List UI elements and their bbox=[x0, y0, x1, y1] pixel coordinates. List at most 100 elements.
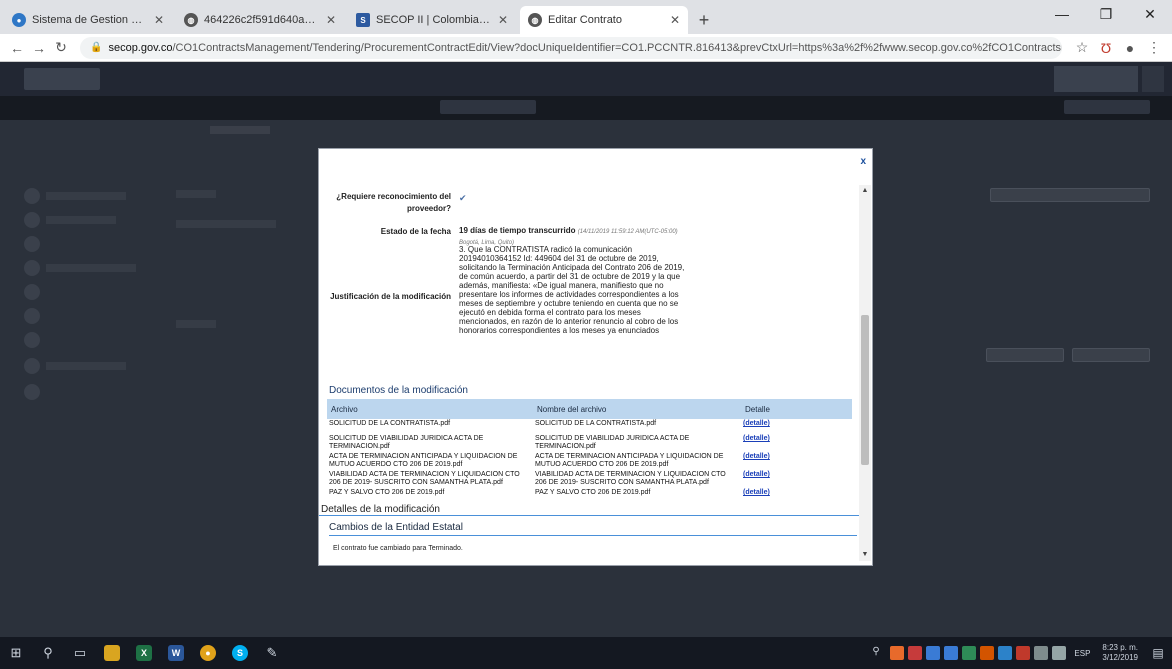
system-clock[interactable]: 8:23 p. m. 3/12/2019 bbox=[1102, 643, 1138, 663]
lock-icon: 🔒 bbox=[90, 42, 103, 53]
estado-fecha-note: (14/11/2019 11:59:12 AM(UTC-05:00) bbox=[577, 229, 678, 235]
bookmark-star-icon[interactable]: ☆ bbox=[1070, 39, 1094, 56]
volume-icon[interactable] bbox=[1052, 646, 1067, 660]
tray-app-icon[interactable] bbox=[998, 646, 1013, 660]
check-icon: ✔ bbox=[459, 193, 467, 203]
windows-taskbar: ⊞ ⚲ ▭ X W ● S ✎ ⚲ ESP 8:23 p. m. 3/12/20… bbox=[0, 637, 1172, 669]
notifications-icon[interactable]: ▤ bbox=[1144, 646, 1172, 660]
task-view-icon[interactable]: ▭ bbox=[64, 637, 96, 669]
new-tab-button[interactable]: + bbox=[692, 6, 716, 34]
forward-arrow-icon[interactable]: → bbox=[28, 40, 50, 56]
detalle-link[interactable]: (detalle) bbox=[741, 452, 852, 470]
user-avatar bbox=[1142, 66, 1164, 92]
tab-title: SECOP II | Colombia Compra Eficiente bbox=[376, 14, 492, 26]
input-language[interactable]: ESP bbox=[1074, 649, 1090, 658]
tab-secop[interactable]: S SECOP II | Colombia Compra Eficiente ✕ bbox=[348, 6, 516, 34]
browser-toolbar: ← → ↻ 🔒 secop.gov.co /CO1ContractsManage… bbox=[0, 34, 1172, 62]
close-tab-icon[interactable]: ✕ bbox=[326, 13, 336, 27]
page-label bbox=[176, 190, 216, 198]
modal-close-button[interactable]: x bbox=[860, 156, 866, 167]
change-description: El contrato fue cambiado para Terminado. bbox=[333, 545, 463, 552]
tray-app-icon[interactable] bbox=[980, 646, 995, 660]
excel-icon[interactable]: X bbox=[128, 637, 160, 669]
archivo-cell: VIABILIDAD ACTA DE TERMINACION Y LIQUIDA… bbox=[329, 471, 520, 486]
minimize-icon[interactable]: — bbox=[1040, 0, 1084, 28]
sidebar-step-icon bbox=[24, 332, 40, 348]
globe-favicon-icon: ◍ bbox=[528, 13, 542, 27]
tray-app-icon[interactable] bbox=[890, 646, 905, 660]
table-row: VIABILIDAD ACTA DE TERMINACION Y LIQUIDA… bbox=[327, 470, 852, 488]
scroll-down-arrow-icon[interactable]: ▼ bbox=[859, 549, 871, 561]
close-tab-icon[interactable]: ✕ bbox=[498, 13, 508, 27]
back-arrow-icon[interactable]: ← bbox=[6, 40, 28, 56]
site-logo bbox=[24, 68, 100, 90]
reload-icon[interactable]: ↻ bbox=[50, 39, 72, 56]
edit-contract-modal: x ¿Requiere reconocimiento del proveedor… bbox=[318, 148, 873, 566]
sidebar-step-icon bbox=[24, 212, 40, 228]
archivo-cell: PAZ Y SALVO CTO 206 DE 2019.pdf bbox=[329, 489, 445, 496]
scroll-up-arrow-icon[interactable]: ▲ bbox=[859, 185, 871, 197]
url-host: secop.gov.co bbox=[108, 41, 173, 54]
sidebar-item bbox=[46, 264, 136, 272]
clock-time: 8:23 p. m. bbox=[1102, 643, 1138, 652]
detalle-link[interactable]: (detalle) bbox=[741, 470, 852, 488]
nombre-cell: VIABILIDAD ACTA DE TERMINACION Y LIQUIDA… bbox=[535, 471, 726, 486]
tab-title: 464226c2f591d640aca9ab6de4 bbox=[204, 14, 320, 26]
nav-item bbox=[1064, 100, 1150, 114]
archivo-cell: SOLICITUD DE VIABILIDAD JURIDICA ACTA DE… bbox=[329, 435, 484, 450]
tray-app-icon[interactable] bbox=[962, 646, 977, 660]
people-icon[interactable]: ⚲ bbox=[872, 646, 886, 660]
globe-favicon-icon: ◍ bbox=[184, 13, 198, 27]
sidebar-item bbox=[46, 362, 126, 370]
doc-favicon-icon: ● bbox=[12, 13, 26, 27]
profile-icon[interactable]: ● bbox=[1118, 40, 1142, 56]
word-icon[interactable]: W bbox=[160, 637, 192, 669]
page-button bbox=[1072, 348, 1150, 362]
tab-editar-contrato[interactable]: ◍ Editar Contrato ✕ bbox=[520, 6, 688, 34]
window-controls: — ❐ ✕ bbox=[1040, 0, 1172, 28]
close-window-icon[interactable]: ✕ bbox=[1128, 0, 1172, 28]
address-bar[interactable]: 🔒 secop.gov.co /CO1ContractsManagement/T… bbox=[80, 36, 1062, 59]
detalle-link[interactable]: (detalle) bbox=[741, 419, 852, 434]
skype-icon[interactable]: S bbox=[224, 637, 256, 669]
detalles-section-title: Detalles de la modificación bbox=[319, 504, 859, 516]
page-label bbox=[176, 320, 216, 328]
close-tab-icon[interactable]: ✕ bbox=[670, 13, 680, 27]
user-menu bbox=[1054, 66, 1138, 92]
page-button bbox=[986, 348, 1064, 362]
scrollbar-thumb[interactable] bbox=[861, 315, 869, 465]
menu-kebab-icon[interactable]: ⋮ bbox=[1142, 39, 1166, 56]
close-tab-icon[interactable]: ✕ bbox=[154, 13, 164, 27]
archivo-cell: SOLICITUD DE LA CONTRATISTA.pdf bbox=[329, 420, 451, 427]
nombre-cell: SOLICITUD DE VIABILIDAD JURIDICA ACTA DE… bbox=[535, 435, 690, 450]
tray-app-icon[interactable] bbox=[926, 646, 941, 660]
estado-fecha-label: Estado de la fecha bbox=[380, 227, 451, 236]
paint-icon[interactable]: ✎ bbox=[256, 637, 288, 669]
site-header bbox=[0, 62, 1172, 96]
network-icon[interactable] bbox=[1034, 646, 1049, 660]
modal-scrollbar[interactable]: ▲ ▼ bbox=[859, 185, 871, 561]
search-icon[interactable]: ⚲ bbox=[32, 637, 64, 669]
maximize-icon[interactable]: ❐ bbox=[1084, 0, 1128, 28]
tab-title: Sistema de Gestion Documental bbox=[32, 14, 148, 26]
table-row: SOLICITUD DE VIABILIDAD JURIDICA ACTA DE… bbox=[327, 434, 852, 452]
tray-app-icon[interactable] bbox=[908, 646, 923, 660]
modal-body: ¿Requiere reconocimiento del proveedor? … bbox=[319, 179, 859, 559]
tray-app-icon[interactable] bbox=[1016, 646, 1031, 660]
reconocimiento-label: ¿Requiere reconocimiento del proveedor? bbox=[336, 192, 451, 213]
sidebar-item bbox=[46, 192, 126, 200]
detalle-link[interactable]: (detalle) bbox=[741, 488, 852, 503]
file-explorer-icon[interactable] bbox=[96, 637, 128, 669]
documents-table: Archivo Nombre del archivo Detalle SOLIC… bbox=[327, 399, 852, 503]
column-header-nombre: Nombre del archivo bbox=[533, 399, 741, 419]
column-header-archivo: Archivo bbox=[327, 399, 533, 419]
tab-hash-file[interactable]: ◍ 464226c2f591d640aca9ab6de4 ✕ bbox=[176, 6, 344, 34]
tray-app-icon[interactable] bbox=[944, 646, 959, 660]
windows-start-icon[interactable]: ⊞ bbox=[0, 637, 32, 669]
system-tray: ⚲ ESP 8:23 p. m. 3/12/2019 ▤ bbox=[870, 637, 1172, 669]
extension-icon[interactable]: Ʊ bbox=[1094, 40, 1118, 56]
tab-sistema-gestion[interactable]: ● Sistema de Gestion Documental ✕ bbox=[4, 6, 172, 34]
detalle-link[interactable]: (detalle) bbox=[741, 434, 852, 452]
sidebar-step-icon bbox=[24, 384, 40, 400]
chrome-icon[interactable]: ● bbox=[192, 637, 224, 669]
